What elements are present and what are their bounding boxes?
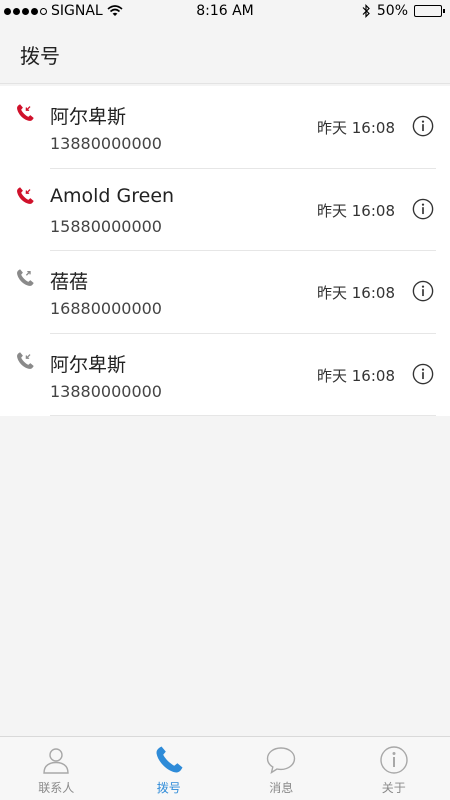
info-icon[interactable] — [412, 363, 434, 385]
contact-name: Amold Green — [50, 184, 175, 207]
call-time: 昨天 16:08 — [317, 119, 395, 137]
bluetooth-icon — [362, 4, 370, 18]
call-time: 昨天 16:08 — [317, 366, 395, 385]
tab-bar: 联系人 拨号 消息 关于 — [0, 736, 450, 800]
battery-percent: 50% — [376, 3, 408, 19]
info-icon — [380, 746, 408, 774]
call-list: 阿尔卑斯 13880000000 昨天 16:08 Amold Green 15… — [0, 86, 450, 416]
battery-icon — [414, 5, 445, 17]
contact-name: 蓓蓓 — [50, 271, 89, 293]
tab-contacts[interactable]: 联系人 — [0, 737, 113, 800]
tab-label: 消息 — [269, 781, 294, 795]
page-title: 拨号 — [20, 44, 60, 68]
call-row[interactable]: 阿尔卑斯 13880000000 昨天 16:08 — [0, 334, 450, 416]
outgoing-call-icon — [17, 269, 34, 286]
call-row[interactable]: 蓓蓓 16880000000 昨天 16:08 — [0, 251, 450, 334]
missed-call-icon — [17, 104, 34, 121]
header: 拨号 — [0, 24, 450, 84]
tab-label: 拨号 — [156, 781, 181, 795]
call-row[interactable]: Amold Green 15880000000 昨天 16:08 — [0, 169, 450, 251]
tab-dial[interactable]: 拨号 — [113, 737, 226, 800]
phone-icon — [156, 746, 183, 773]
call-time: 昨天 16:08 — [317, 201, 395, 220]
contact-name: 阿尔卑斯 — [50, 353, 127, 376]
screen: SIGNAL 8:16 AM 50% 拨号 阿尔卑斯 13880000000 昨… — [0, 0, 450, 800]
tab-messages[interactable]: 消息 — [225, 737, 338, 800]
status-bar: SIGNAL 8:16 AM 50% — [0, 0, 450, 24]
missed-call-icon — [17, 186, 34, 204]
call-row[interactable]: 阿尔卑斯 13880000000 昨天 16:08 — [0, 86, 450, 169]
person-icon — [43, 748, 69, 774]
phone-number: 15880000000 — [50, 216, 162, 236]
phone-number: 16880000000 — [50, 299, 162, 318]
chat-bubble-icon — [267, 747, 296, 775]
incoming-call-icon — [17, 351, 34, 369]
contact-name: 阿尔卑斯 — [50, 106, 127, 128]
phone-number: 13880000000 — [50, 381, 162, 401]
tab-about[interactable]: 关于 — [338, 737, 450, 800]
tab-label: 关于 — [381, 781, 406, 795]
tab-label: 联系人 — [38, 781, 75, 795]
info-icon[interactable] — [412, 280, 434, 302]
battery-area: 50% — [362, 3, 445, 19]
info-icon[interactable] — [412, 115, 434, 137]
info-icon[interactable] — [412, 198, 434, 220]
phone-number: 13880000000 — [50, 134, 162, 153]
call-time: 昨天 16:08 — [317, 284, 395, 302]
